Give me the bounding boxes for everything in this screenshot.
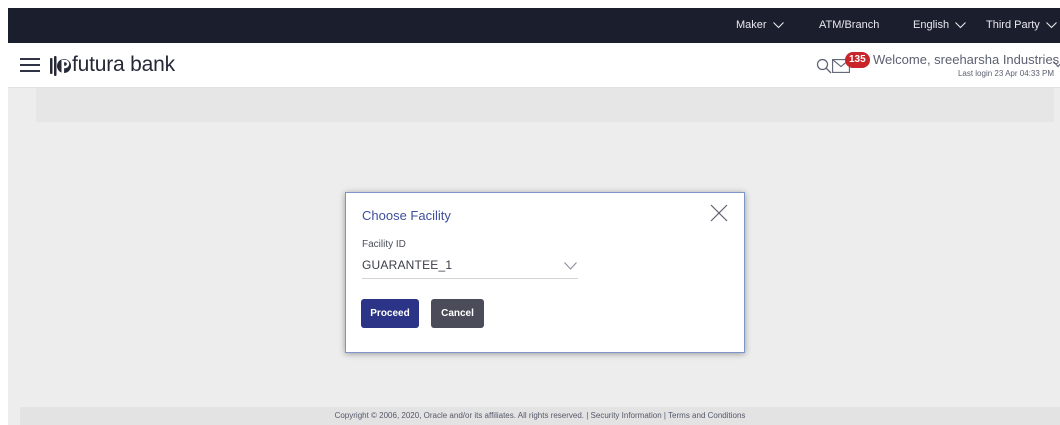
chevron-down-icon <box>955 21 966 28</box>
bank-name[interactable]: futura bank <box>72 53 175 77</box>
location-link[interactable]: ATM/Branch <box>819 8 879 43</box>
hamburger-icon[interactable] <box>20 58 40 73</box>
top-bar: Maker ATM/Branch English Third Party <box>8 8 1060 43</box>
location-label: ATM/Branch <box>819 19 880 31</box>
proceed-button[interactable]: Proceed <box>361 299 419 328</box>
last-login-text: Last login 23 Apr 04:33 PM <box>957 69 1054 78</box>
language-dropdown[interactable]: English <box>913 8 966 43</box>
role-label: Maker <box>736 19 767 31</box>
futura-logo-icon <box>50 56 71 76</box>
role-dropdown[interactable]: Maker <box>736 8 784 43</box>
facility-id-label: Facility ID <box>362 239 406 250</box>
mail-count-badge[interactable]: 135 <box>845 52 870 68</box>
search-icon[interactable] <box>816 58 832 74</box>
close-icon[interactable] <box>710 204 728 222</box>
chevron-down-icon[interactable] <box>1053 61 1060 68</box>
welcome-text[interactable]: Welcome, sreeharsha Industries <box>873 52 1059 67</box>
party-dropdown[interactable]: Third Party <box>986 8 1057 43</box>
party-label: Third Party <box>986 19 1040 31</box>
language-label: English <box>913 19 950 31</box>
chevron-down-icon <box>564 262 577 270</box>
chevron-down-icon <box>772 21 784 28</box>
facility-id-value: GUARANTEE_1 <box>362 258 453 272</box>
dialog-title: Choose Facility <box>362 208 451 223</box>
header: futura bank 135 Welcome, sreeharsha Indu… <box>8 43 1060 88</box>
content-header-strip <box>36 88 1054 122</box>
choose-facility-dialog: Choose Facility Facility ID GUARANTEE_1 … <box>345 192 745 353</box>
footer-copyright: Copyright © 2006, 2020, Oracle and/or it… <box>334 411 746 420</box>
app-root: Maker ATM/Branch English Third Party fut… <box>8 8 1060 425</box>
footer: Copyright © 2006, 2020, Oracle and/or it… <box>20 407 1060 425</box>
chevron-down-icon <box>1045 21 1057 28</box>
facility-id-select[interactable]: GUARANTEE_1 <box>362 254 578 279</box>
cancel-button[interactable]: Cancel <box>431 299 484 328</box>
